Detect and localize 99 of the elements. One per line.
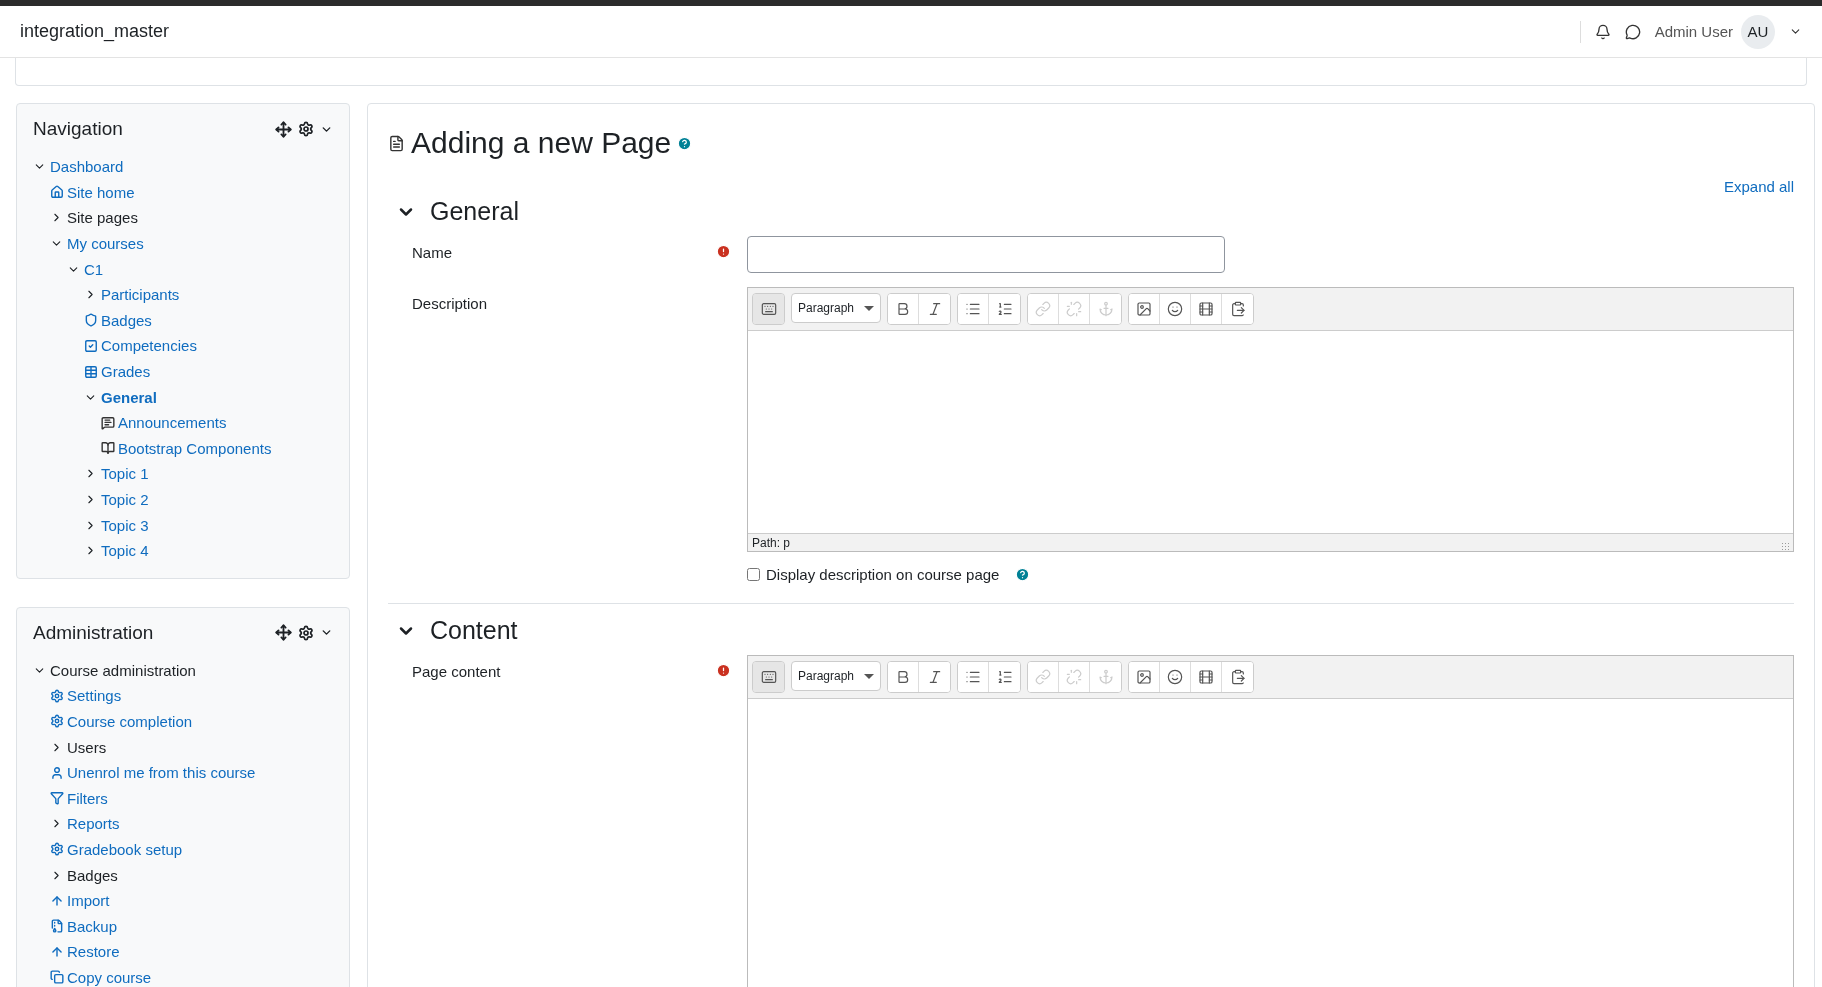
tree-link[interactable]: Topic 1	[101, 465, 149, 483]
toolbar-button[interactable]	[888, 294, 919, 324]
format-dropdown[interactable]: Paragraph	[791, 293, 881, 323]
site-name[interactable]: integration_master	[20, 21, 1580, 42]
tree-link[interactable]: Filters	[67, 789, 108, 807]
copy-icon	[50, 970, 64, 985]
tree-link[interactable]: Reports	[67, 815, 120, 833]
settings-icon	[50, 688, 64, 703]
settings-icon	[50, 842, 64, 857]
block-title: Administration	[33, 621, 154, 644]
keyboard-icon	[760, 669, 777, 685]
tree-link[interactable]: Dashboard	[50, 158, 124, 176]
move-icon[interactable]	[275, 120, 292, 138]
numbered-list-icon	[996, 301, 1013, 317]
tree-link[interactable]: General	[101, 388, 157, 406]
tree-link[interactable]: Copy course	[67, 968, 152, 986]
block-title: Navigation	[33, 118, 123, 140]
film-icon	[1198, 301, 1214, 317]
link-icon	[1035, 669, 1051, 685]
tree-link[interactable]: Restore	[67, 943, 120, 961]
home-icon	[50, 185, 64, 200]
tree-link[interactable]: Site home	[67, 183, 135, 201]
page-icon	[388, 134, 405, 152]
tree-link[interactable]: Topic 3	[101, 516, 149, 534]
image-icon	[1136, 669, 1152, 685]
tree-link[interactable]: Gradebook setup	[67, 840, 183, 858]
tree-link[interactable]: Topic 2	[101, 491, 149, 508]
move-icon[interactable]	[275, 624, 292, 641]
section-title[interactable]: General	[430, 197, 519, 226]
avatar[interactable]: AU	[1741, 14, 1775, 49]
toolbar-button[interactable]	[1129, 294, 1160, 324]
image-icon	[1136, 301, 1152, 317]
table-icon	[84, 364, 98, 379]
toolbar-button[interactable]	[888, 662, 919, 692]
tree-link[interactable]: Announcements	[118, 414, 227, 432]
film-icon	[1198, 669, 1214, 685]
tree-link[interactable]: Settings	[67, 687, 122, 705]
tree-link[interactable]: Course completion	[67, 713, 193, 730]
bold-icon	[895, 669, 911, 685]
settings-icon	[50, 714, 64, 729]
arrow-up-icon	[50, 944, 64, 959]
tree-item[interactable]: Users	[67, 738, 107, 756]
anchor-icon	[1097, 669, 1114, 685]
expand-all-link[interactable]: Expand all	[1723, 178, 1794, 195]
name-input[interactable]	[747, 236, 1225, 273]
arrow-up-icon	[50, 893, 64, 908]
bullet-list-icon	[965, 301, 981, 317]
bold-icon	[895, 301, 911, 317]
checkbox-label[interactable]: Display description on course page	[766, 566, 1000, 583]
tree-item[interactable]: Course administration	[50, 661, 196, 679]
user-name[interactable]: Admin User	[1654, 23, 1733, 40]
bell-icon[interactable]	[1594, 23, 1611, 40]
anchor-icon	[1097, 301, 1114, 317]
chat-icon[interactable]	[1624, 23, 1641, 40]
help-icon[interactable]	[677, 135, 693, 151]
user-icon	[50, 765, 64, 780]
shield-icon	[84, 313, 98, 328]
checkbox-icon	[84, 338, 98, 353]
numbered-list-icon	[996, 669, 1013, 685]
tree-link[interactable]: Badges	[101, 311, 152, 329]
book-icon	[101, 441, 115, 456]
bullet-list-icon	[965, 669, 981, 685]
format-dropdown[interactable]: Paragraph	[791, 661, 881, 691]
field-label: Description	[412, 295, 488, 312]
tree-link[interactable]: Unenrol me from this course	[67, 764, 256, 782]
filter-icon	[50, 791, 64, 806]
clipboard-icon	[1229, 669, 1246, 685]
unlink-icon	[1066, 669, 1082, 685]
field-label: Name	[412, 244, 452, 261]
path-text: Path: p	[752, 536, 791, 549]
help-icon[interactable]	[1015, 567, 1031, 582]
tree-link[interactable]: Topic 4	[101, 542, 149, 560]
tree-item[interactable]: Badges	[67, 866, 118, 884]
tree-link[interactable]: My courses	[67, 235, 144, 253]
tree-link[interactable]: Bootstrap Components	[118, 439, 272, 457]
tree-link[interactable]: Import	[67, 892, 110, 910]
settings-icon[interactable]	[298, 624, 314, 641]
field-label: Page content	[412, 663, 501, 680]
clipboard-icon	[1229, 301, 1246, 317]
toolbar-button[interactable]	[753, 294, 784, 324]
forum-icon	[101, 415, 115, 430]
tree-item[interactable]: Site pages	[67, 209, 138, 227]
toolbar-button[interactable]	[1129, 662, 1160, 692]
tree-link[interactable]: Backup	[67, 917, 118, 935]
tree-link[interactable]: Participants	[101, 286, 180, 304]
archive-file-icon	[50, 919, 64, 934]
tree-link[interactable]: Grades	[101, 363, 151, 381]
smiley-icon	[1167, 669, 1183, 685]
tree-link[interactable]: C1	[84, 260, 104, 278]
smiley-icon	[1167, 301, 1183, 317]
unlink-icon	[1066, 301, 1082, 317]
tree-link[interactable]: Competencies	[101, 337, 197, 355]
link-icon	[1035, 301, 1051, 317]
page-title: Adding a new Page	[411, 126, 672, 160]
section-title[interactable]: Content	[430, 616, 518, 645]
checkbox[interactable]	[747, 568, 760, 581]
keyboard-icon	[760, 301, 777, 317]
toolbar-button[interactable]	[753, 662, 784, 692]
settings-icon[interactable]	[298, 121, 314, 137]
